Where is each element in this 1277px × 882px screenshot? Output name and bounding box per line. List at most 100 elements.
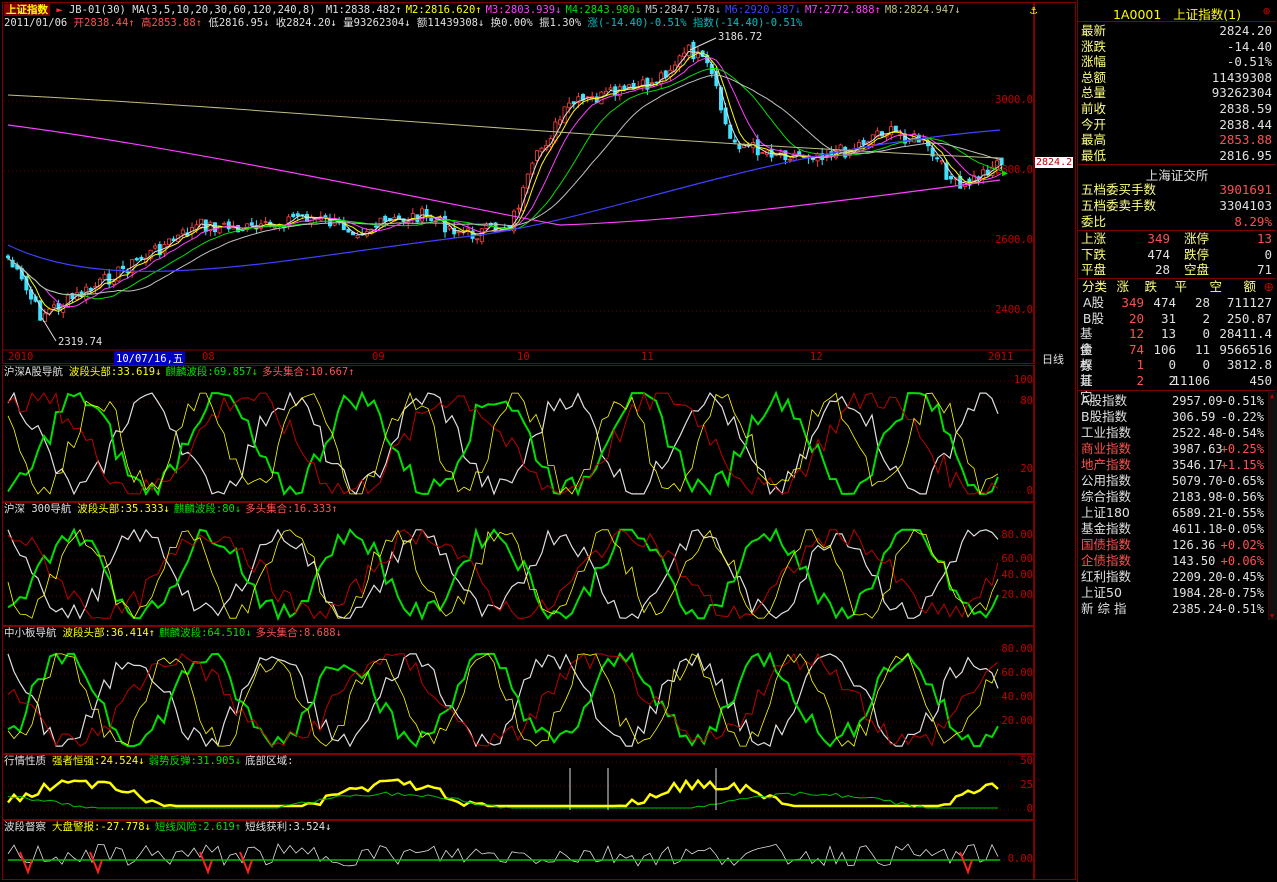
- table-cell: 9566516: [1219, 341, 1272, 357]
- quote-label: 前收: [1081, 101, 1107, 116]
- indicator-value-c: 多头集合:8.688↓: [255, 627, 342, 639]
- indicator-title[interactable]: 沪深A股导航: [4, 366, 63, 378]
- candle-body: [760, 152, 765, 154]
- index-change: -0.05%: [1220, 522, 1264, 536]
- period-label[interactable]: 日线: [1042, 351, 1064, 367]
- index-row[interactable]: 上证50 1984.28 -0.75%: [1080, 585, 1274, 601]
- index-row[interactable]: 上证180 6589.21 -0.55%: [1080, 505, 1274, 521]
- candle-body: [484, 223, 489, 229]
- index-name: 上证50: [1081, 585, 1122, 600]
- index-name: 基金指数: [1081, 521, 1132, 536]
- indicator-panel-header[interactable]: 波段督察 大盘警报:-27.778↓ 短线风险:2.619↑ 短线获利:3.524↓: [4, 821, 331, 834]
- index-row[interactable]: 综合指数 2183.98 -0.56%: [1080, 489, 1274, 505]
- index-change: -0.51%: [1220, 602, 1264, 616]
- quote-value: 93262304: [1211, 85, 1272, 101]
- quote-value: 2816.95: [1219, 147, 1272, 163]
- indicator-value-b: 麒麟波段:69.857↓: [165, 366, 258, 378]
- indicator-panel-frame: [2, 626, 1034, 754]
- index-row[interactable]: 商业指数 3987.63 +0.25%: [1080, 441, 1274, 457]
- candle-body: [166, 238, 171, 245]
- indicator-y-tick: 60.00: [1001, 553, 1033, 565]
- candle-body: [732, 139, 737, 143]
- indicator-panel-header[interactable]: 中小板导航 波段头部:36.414↑ 麒麟波段:64.510↓ 多头集合:8.688↓: [4, 627, 342, 640]
- indicator-title[interactable]: 沪深 300导航: [4, 503, 71, 515]
- divider: [1078, 21, 1276, 22]
- index-row[interactable]: 基金指数 4611.18 -0.05%: [1080, 521, 1274, 537]
- indicator-value-a: 大盘警报:-27.778↓: [52, 821, 151, 833]
- candle-body: [355, 234, 360, 239]
- indicator-y-tick: 20.00: [1001, 715, 1033, 727]
- indicator-title[interactable]: 波段督察: [4, 821, 46, 833]
- indicator-title[interactable]: 行情性质: [4, 755, 46, 767]
- index-name: 国债指数: [1081, 537, 1132, 552]
- candle-body: [291, 213, 296, 218]
- candle-body: [539, 147, 544, 153]
- index-change: +1.15%: [1220, 458, 1264, 472]
- table-cell-category: B股: [1082, 310, 1104, 326]
- arrow-right-icon: ▶: [1002, 168, 1009, 179]
- index-row[interactable]: 新 综 指 2385.24 -0.51%: [1080, 601, 1274, 617]
- table-cell: 31: [1160, 310, 1176, 326]
- index-name: 企债指数: [1081, 553, 1132, 568]
- scrollbar[interactable]: ▲ ▼: [1268, 392, 1277, 620]
- table-cell-category: A股: [1082, 295, 1104, 310]
- candle-body: [567, 102, 572, 109]
- breadth-label: 下跌: [1081, 246, 1107, 262]
- indicator-panel-frame: [2, 365, 1034, 502]
- candle-body: [861, 139, 866, 145]
- current-price-tag: 2824.2: [1035, 157, 1074, 168]
- indicator-y-tick: 80: [1020, 395, 1033, 407]
- index-row[interactable]: 国债指数 126.36 +0.02%: [1080, 537, 1274, 553]
- quote-label: 最低: [1081, 147, 1107, 163]
- candle-body: [429, 217, 434, 222]
- scroll-down-icon[interactable]: ▼: [1270, 612, 1274, 620]
- indicator-y-tick: 50: [1020, 755, 1033, 767]
- candle-body: [797, 151, 802, 156]
- table-header-cell: 额: [1243, 279, 1256, 294]
- index-row[interactable]: 企债指数 143.50 +0.06%: [1080, 553, 1274, 569]
- main-chart-area[interactable]: 上证指数 ► JB-01(30) MA(3,5,10,20,30,60,120,…: [0, 0, 1077, 882]
- indicator-value-c: 底部区域:: [245, 755, 294, 767]
- indicator-title[interactable]: 中小板导航: [4, 627, 57, 639]
- indicator-panel-header[interactable]: 沪深 300导航 波段头部:35.333↓ 麒麟波段:80↓ 多头集合:16.333↑: [4, 503, 338, 516]
- table-cell: 0: [1202, 357, 1210, 373]
- index-name: 商业指数: [1081, 441, 1132, 456]
- index-value: 126.36: [1172, 538, 1216, 552]
- table-cell: 12: [1128, 326, 1144, 342]
- quote-value: 2853.88: [1219, 132, 1272, 148]
- indicator-value-c: 多头集合:10.667↑: [261, 366, 355, 378]
- quote-label: 总量: [1081, 85, 1107, 101]
- date-cursor[interactable]: 10/07/16,五: [114, 351, 186, 366]
- breadth-value: 0: [1264, 246, 1272, 262]
- index-name: 新 综 指: [1081, 601, 1127, 616]
- indicator-value-a: 波段头部:35.333↓: [77, 503, 170, 515]
- indicator-y-tick: 20.00: [1001, 589, 1033, 601]
- candle-body: [594, 96, 599, 103]
- expand-icon[interactable]: ⊕: [1264, 279, 1274, 295]
- scroll-up-icon[interactable]: ▲: [1270, 392, 1274, 400]
- table-row: 基金 12 13 0 28411.4: [1080, 326, 1274, 357]
- add-icon[interactable]: ⊕: [1263, 4, 1270, 18]
- quote-label: 总额: [1081, 69, 1107, 85]
- order-value: 8.29%: [1234, 214, 1272, 229]
- indicator-panel-header[interactable]: 沪深A股导航 波段头部:33.619↓ 麒麟波段:69.857↓ 多头集合:10.66…: [4, 366, 355, 379]
- table-cell: 250.87: [1226, 310, 1272, 326]
- indicator-y-tick: 80.00: [1001, 643, 1033, 655]
- x-tick: 10: [517, 351, 530, 363]
- index-row[interactable]: 地产指数 3546.17 +1.15%: [1080, 457, 1274, 473]
- indicator-panel-header[interactable]: 行情性质 强者恒强:24.524↓ 弱势反弹:31.905↓ 底部区域:: [4, 755, 293, 768]
- index-row[interactable]: 公用指数 5079.70 -0.65%: [1080, 473, 1274, 489]
- index-row[interactable]: A股指数 2957.09 -0.51%: [1080, 393, 1274, 409]
- candle-body: [608, 87, 613, 90]
- order-value: 3901691: [1219, 182, 1272, 197]
- table-cell: 13: [1160, 326, 1176, 342]
- low-label: 2319.74: [58, 336, 103, 348]
- index-row[interactable]: 工业指数 2522.48 -0.54%: [1080, 425, 1274, 441]
- index-row[interactable]: 红利指数 2209.20 -0.45%: [1080, 569, 1274, 585]
- breadth-value: 71: [1256, 262, 1272, 278]
- index-value: 2209.20: [1172, 570, 1223, 584]
- candle-body: [949, 176, 954, 180]
- index-row[interactable]: B股指数 306.59 -0.22%: [1080, 409, 1274, 425]
- index-value: 3546.17: [1172, 458, 1223, 472]
- table-cell: 1: [1136, 357, 1144, 373]
